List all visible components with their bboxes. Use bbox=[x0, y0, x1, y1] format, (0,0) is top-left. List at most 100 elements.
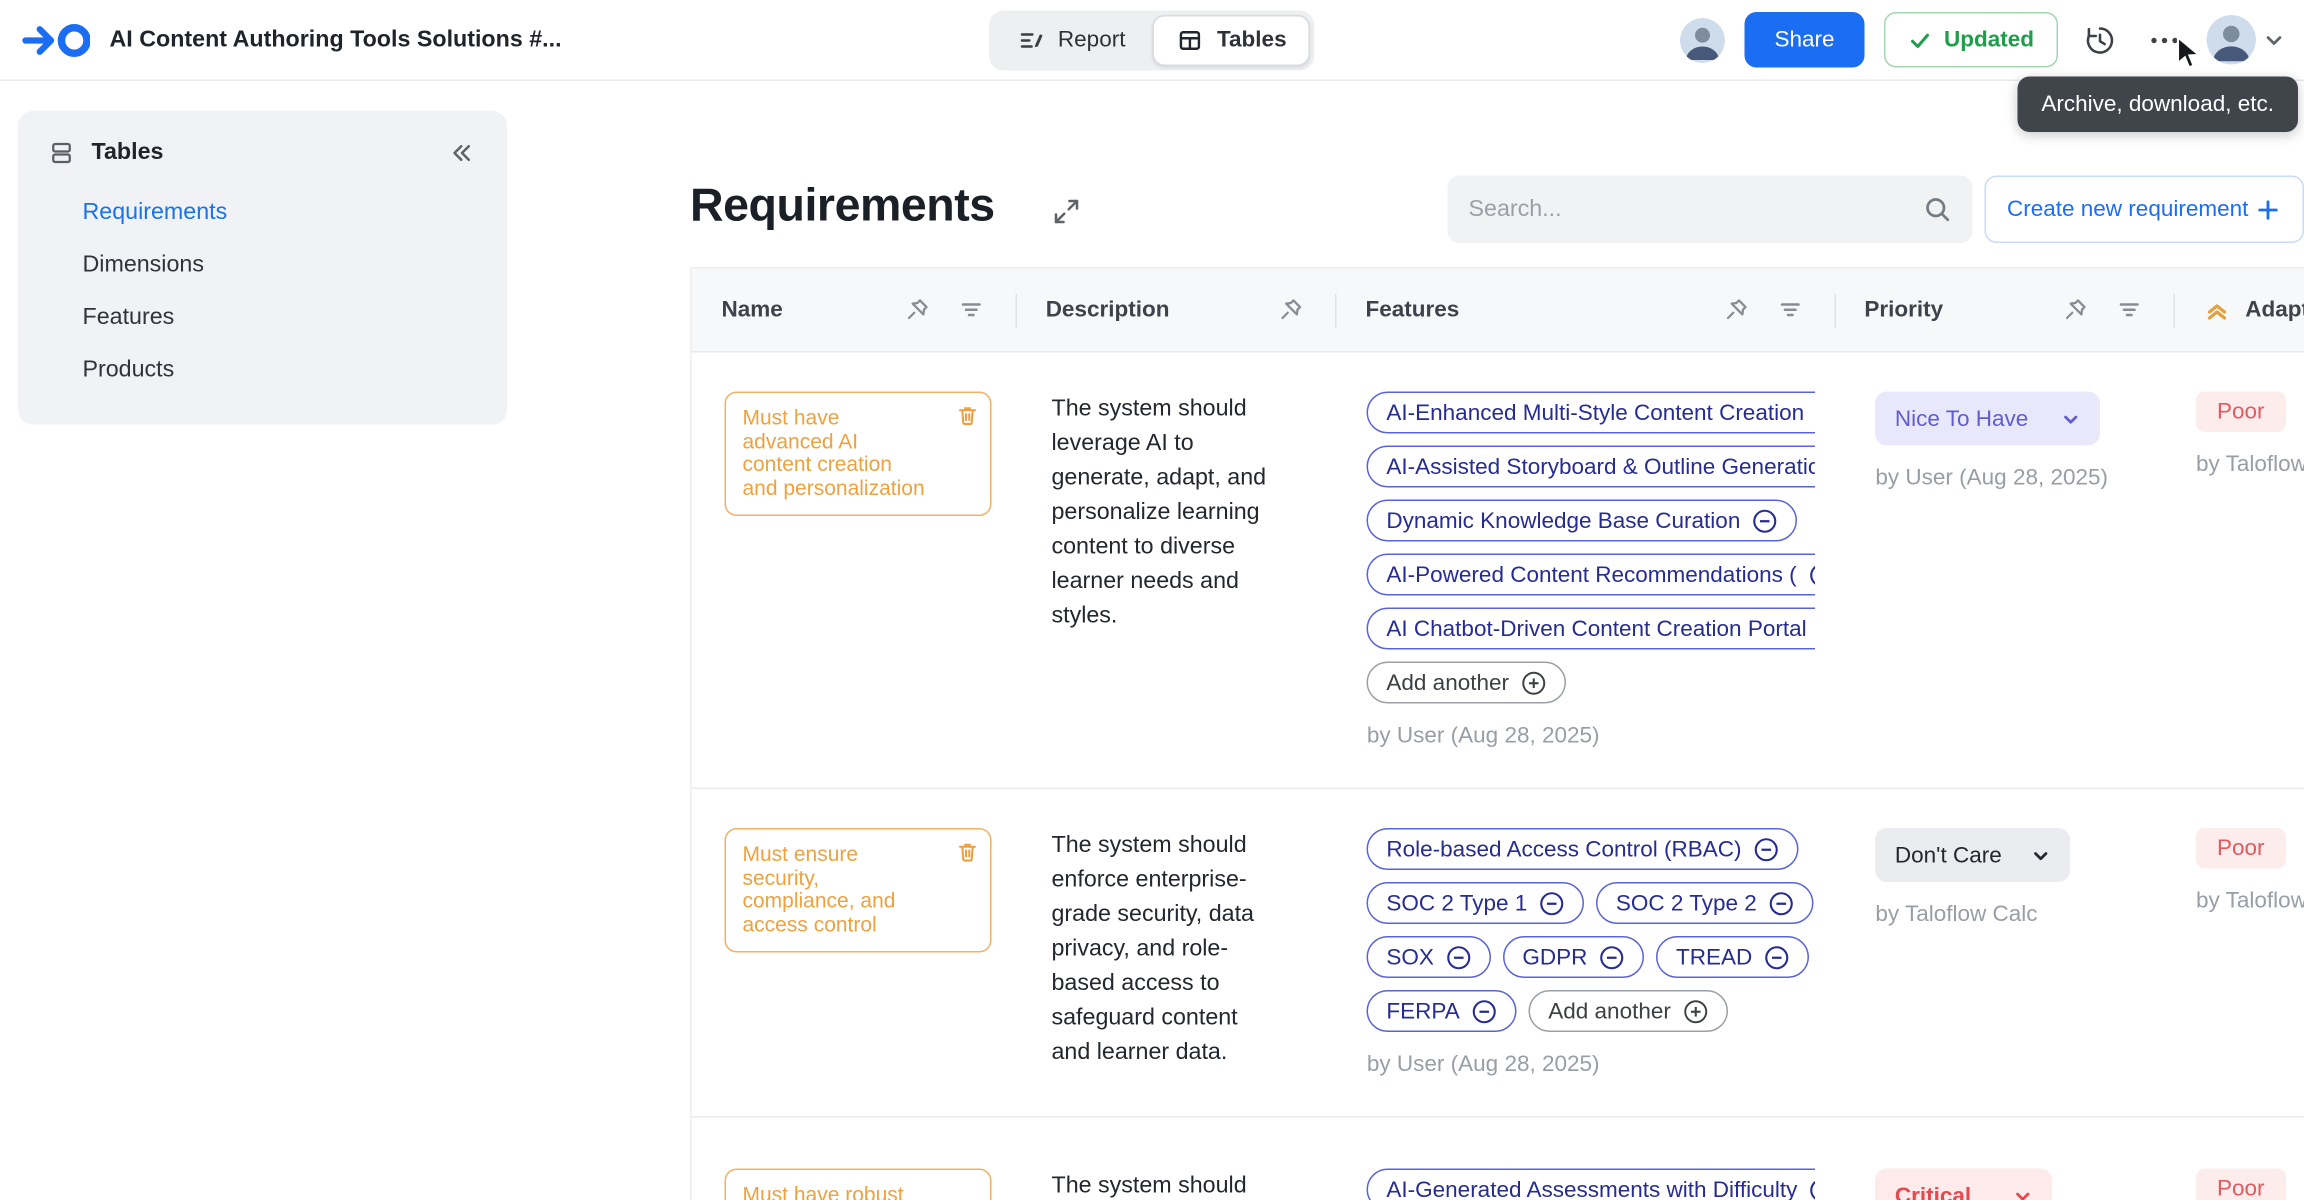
requirement-name: Must have advanced AI content creation a… bbox=[743, 405, 925, 499]
features-attribution: by User (Aug 28, 2025) bbox=[1367, 723, 1816, 749]
pin-column-button[interactable] bbox=[2058, 293, 2093, 328]
sidebar-item-features[interactable]: Features bbox=[39, 293, 486, 344]
pin-column-button[interactable] bbox=[1719, 293, 1754, 328]
sidebar-header: Tables bbox=[39, 132, 486, 188]
top-bar: AI Content Authoring Tools Solutions #..… bbox=[0, 0, 2304, 81]
feature-pill[interactable]: AI-Assisted Storyboard & Outline Generat… bbox=[1367, 446, 1816, 488]
page-title: Requirements bbox=[690, 179, 995, 233]
requirement-name-card[interactable]: Must have robust bbox=[725, 1169, 992, 1200]
requirement-name-card[interactable]: Must ensure security, compliance, and ac… bbox=[725, 828, 992, 953]
requirement-name-card[interactable]: Must have advanced AI content creation a… bbox=[725, 392, 992, 517]
feature-pill[interactable]: AI Chatbot-Driven Content Creation Porta… bbox=[1367, 608, 1816, 650]
table-row: Must ensure security, compliance, and ac… bbox=[692, 789, 2304, 1118]
add-feature-button[interactable]: Add another bbox=[1367, 662, 1566, 704]
priority-dropdown[interactable]: Critical bbox=[1875, 1169, 2052, 1200]
filter-column-button[interactable] bbox=[1773, 293, 1808, 328]
remove-feature-icon[interactable] bbox=[1446, 944, 1472, 970]
remove-feature-icon[interactable] bbox=[1472, 998, 1498, 1024]
three-dots-icon bbox=[2147, 22, 2183, 58]
expand-view-button[interactable] bbox=[1046, 191, 1088, 233]
feature-pill[interactable]: Dynamic Knowledge Base Curation bbox=[1367, 500, 1797, 542]
tab-tables-label: Tables bbox=[1217, 27, 1287, 53]
remove-feature-icon[interactable] bbox=[1754, 836, 1780, 862]
more-options-button[interactable] bbox=[2142, 17, 2187, 62]
trash-icon bbox=[956, 404, 980, 428]
filter-column-button[interactable] bbox=[2112, 293, 2147, 328]
search-input[interactable] bbox=[1469, 196, 1924, 223]
feature-pill-list: AI-Enhanced Multi-Style Content Creation… bbox=[1367, 392, 1816, 704]
remove-feature-icon[interactable] bbox=[1764, 944, 1790, 970]
feature-pill[interactable]: AI-Generated Assessments with Difficulty bbox=[1367, 1169, 1816, 1200]
delete-requirement-button[interactable] bbox=[956, 404, 980, 433]
create-new-requirement-button[interactable]: Create new requirement bbox=[1985, 176, 2304, 244]
chevron-down-icon bbox=[2013, 1186, 2033, 1200]
column-header-adapt: Adapt bbox=[2245, 297, 2304, 323]
tab-report[interactable]: Report bbox=[993, 14, 1149, 65]
tables-icon bbox=[1176, 26, 1203, 53]
stacked-tables-icon bbox=[48, 140, 75, 167]
add-feature-button[interactable]: Add another bbox=[1529, 990, 1728, 1032]
check-icon bbox=[1908, 28, 1932, 52]
pin-column-button[interactable] bbox=[900, 293, 935, 328]
adapt-attribution: by Taloflow Calc bbox=[2196, 452, 2304, 478]
column-header-description: Description bbox=[1046, 297, 1170, 323]
feature-pill[interactable]: AI-Enhanced Multi-Style Content Creation bbox=[1367, 392, 1816, 434]
pin-column-button[interactable] bbox=[1274, 293, 1309, 328]
remove-feature-icon[interactable] bbox=[1809, 1177, 1815, 1200]
table-header-row: Name Description Features bbox=[692, 267, 2304, 353]
plus-icon bbox=[2255, 196, 2282, 223]
remove-feature-icon[interactable] bbox=[1809, 562, 1816, 588]
sidebar-item-requirements[interactable]: Requirements bbox=[39, 188, 486, 239]
feature-pill[interactable]: SOC 2 Type 2 bbox=[1596, 882, 1813, 924]
pin-icon bbox=[1723, 297, 1749, 323]
delete-requirement-button[interactable] bbox=[956, 840, 980, 869]
profile-menu[interactable] bbox=[2207, 15, 2284, 65]
remove-feature-icon[interactable] bbox=[1752, 508, 1778, 534]
history-button[interactable] bbox=[2078, 17, 2123, 62]
pin-icon bbox=[905, 297, 931, 323]
search-box bbox=[1448, 176, 1973, 244]
updated-label: Updated bbox=[1944, 27, 2034, 53]
priority-dropdown[interactable]: Don't Care bbox=[1875, 828, 2070, 882]
requirement-description: The system should enforce enterprise-gra… bbox=[1022, 789, 1337, 1116]
feature-pill[interactable]: FERPA bbox=[1367, 990, 1517, 1032]
requirement-description: The system should bbox=[1022, 1118, 1337, 1200]
filter-icon bbox=[2116, 297, 2142, 323]
view-switcher: Report Tables bbox=[989, 10, 1315, 70]
filter-column-button[interactable] bbox=[954, 293, 989, 328]
chevron-down-icon bbox=[2031, 845, 2051, 865]
share-button[interactable]: Share bbox=[1744, 12, 1864, 68]
column-header-features: Features bbox=[1365, 297, 1459, 323]
history-icon bbox=[2082, 22, 2118, 58]
tab-tables[interactable]: Tables bbox=[1152, 14, 1310, 65]
filter-icon bbox=[959, 297, 985, 323]
feature-pill[interactable]: AI-Powered Content Recommendations ( bbox=[1367, 554, 1816, 596]
remove-feature-icon[interactable] bbox=[1539, 890, 1565, 916]
feature-pill[interactable]: SOC 2 Type 1 bbox=[1367, 882, 1584, 924]
document-title: AI Content Authoring Tools Solutions #..… bbox=[110, 26, 562, 53]
vendor-score-icon bbox=[2203, 296, 2230, 323]
feature-pill[interactable]: TREAD bbox=[1656, 936, 1809, 978]
requirement-name: Must have robust bbox=[743, 1182, 904, 1200]
collapse-sidebar-button[interactable] bbox=[444, 135, 480, 171]
priority-dropdown[interactable]: Nice To Have bbox=[1875, 392, 2100, 446]
user-avatar bbox=[2207, 15, 2257, 65]
app-window: AI Content Authoring Tools Solutions #..… bbox=[0, 0, 2304, 1200]
add-circle-icon bbox=[1521, 670, 1547, 696]
requirements-table: Name Description Features bbox=[690, 267, 2304, 1200]
feature-pill[interactable]: SOX bbox=[1367, 936, 1491, 978]
sidebar-title: Tables bbox=[92, 140, 428, 167]
priority-attribution: by Taloflow Calc bbox=[1875, 902, 2148, 928]
remove-feature-icon[interactable] bbox=[1769, 890, 1795, 916]
updated-status-button[interactable]: Updated bbox=[1884, 12, 2058, 68]
feature-pill[interactable]: GDPR bbox=[1503, 936, 1645, 978]
features-attribution: by User (Aug 28, 2025) bbox=[1367, 1052, 1816, 1078]
top-bar-actions: Share Updated bbox=[1680, 12, 2283, 68]
remove-feature-icon[interactable] bbox=[1599, 944, 1625, 970]
search-icon bbox=[1923, 195, 1952, 224]
feature-pill[interactable]: Role-based Access Control (RBAC) bbox=[1367, 828, 1799, 870]
sidebar-item-dimensions[interactable]: Dimensions bbox=[39, 240, 486, 291]
double-chevron-left-icon bbox=[449, 140, 476, 167]
sidebar-item-products[interactable]: Products bbox=[39, 345, 486, 396]
pin-icon bbox=[2062, 297, 2088, 323]
